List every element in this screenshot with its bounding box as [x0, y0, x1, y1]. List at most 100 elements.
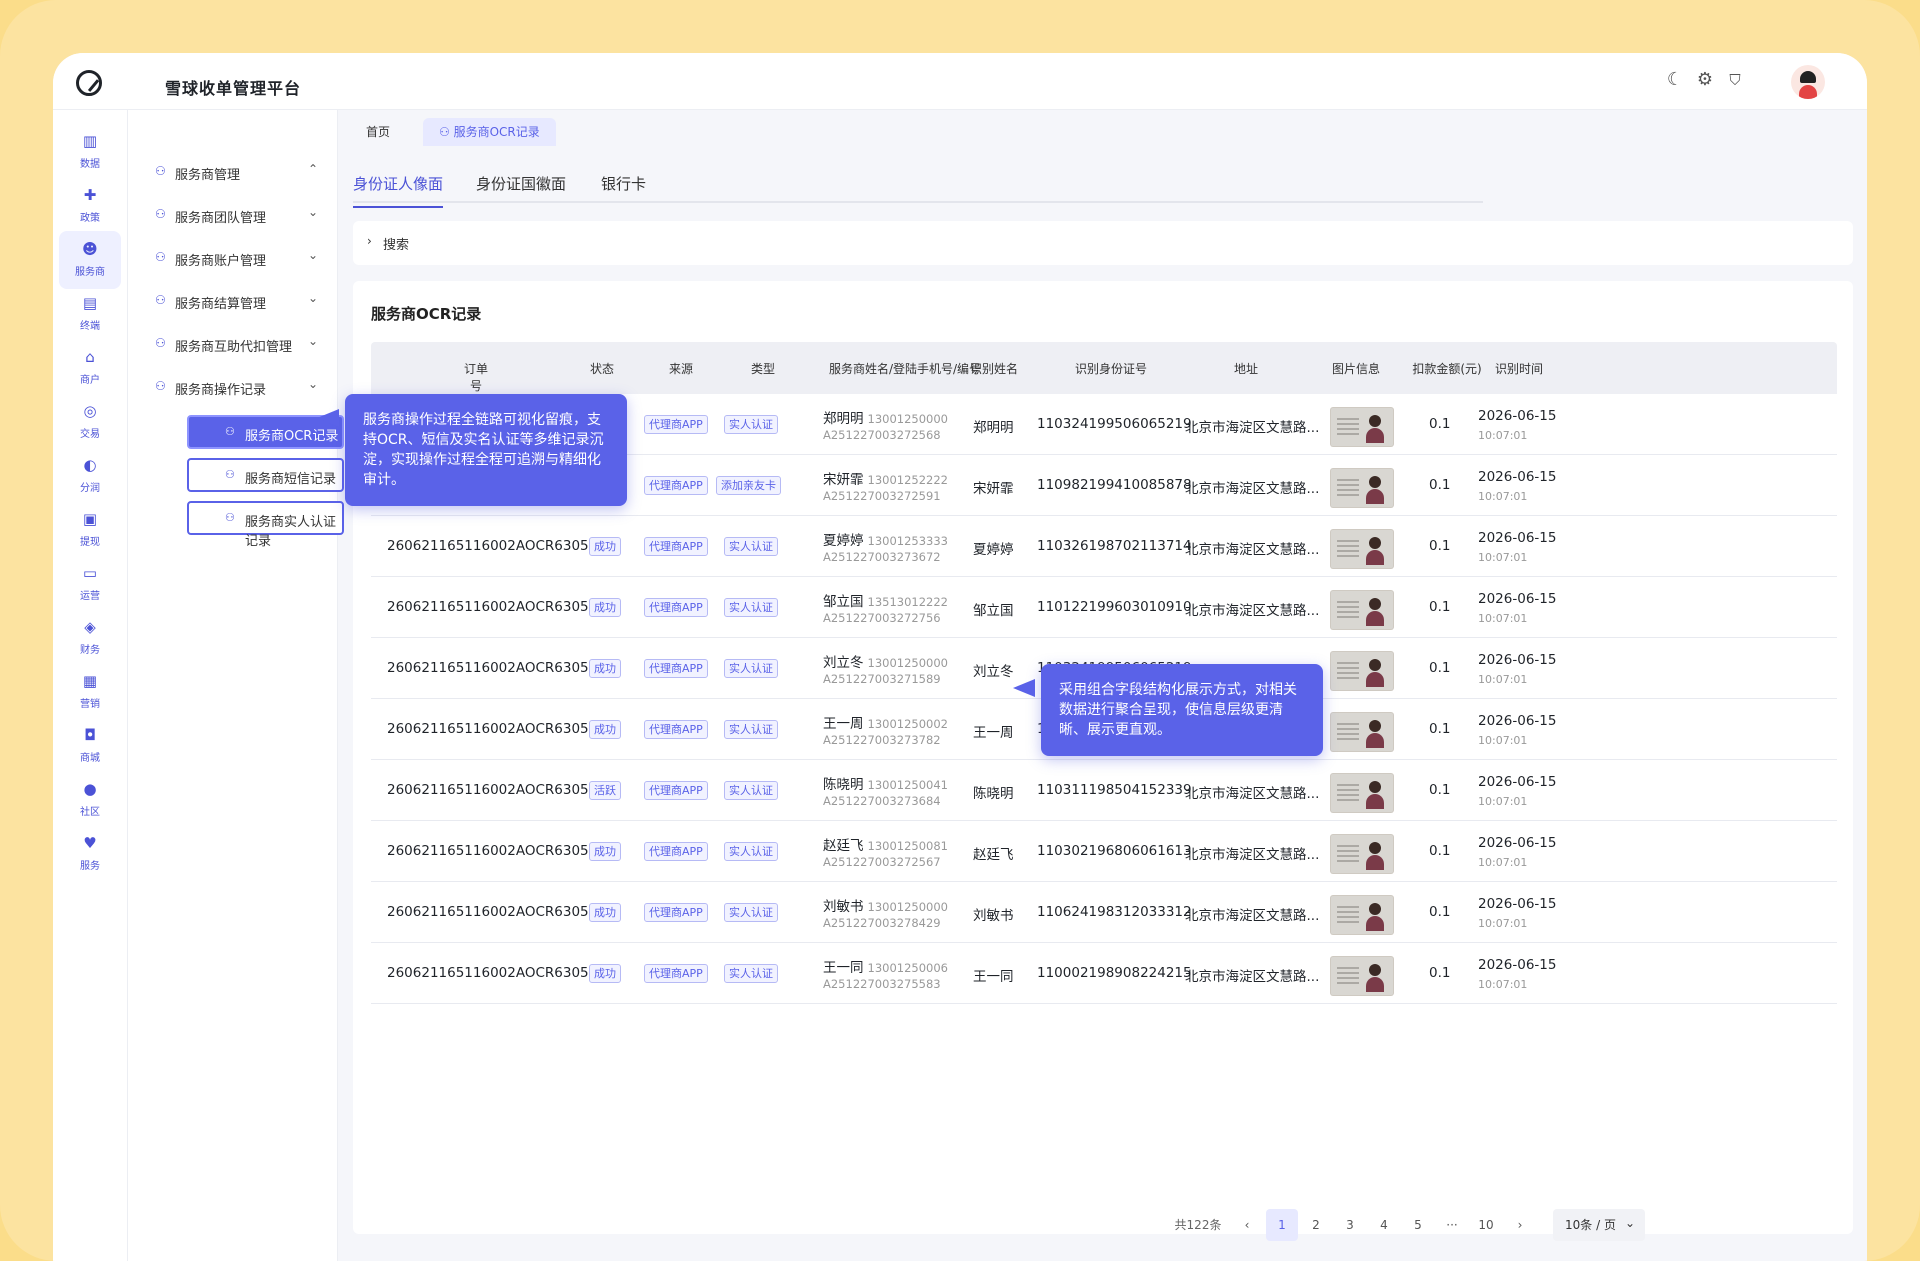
rail-item[interactable]: ▭ 运营: [59, 555, 121, 613]
subtab-bank-card[interactable]: 银行卡: [601, 173, 646, 194]
menu-group-mutual[interactable]: ⚇ 服务商互助代扣管理 ⌄: [128, 329, 338, 359]
rail-item[interactable]: ▤ 终端: [59, 285, 121, 343]
provider-name: 王一同 13001250006: [823, 956, 948, 976]
menu-group-settlement[interactable]: ⚇ 服务商结算管理 ⌄: [128, 286, 338, 316]
menu-group-label: 服务商团队管理: [175, 211, 267, 226]
rail-item[interactable]: ☻ 服务商: [59, 231, 121, 289]
order-number: 260621165116002AOCR630516: [387, 904, 606, 920]
page-size-select[interactable]: 10条 / 页 ⌄: [1553, 1209, 1645, 1241]
recognition-time: 10:07:01: [1478, 612, 1528, 625]
id-card-thumbnail[interactable]: [1331, 469, 1393, 507]
rail-item[interactable]: ● 社区: [59, 771, 121, 829]
recognition-time: 10:07:01: [1478, 795, 1528, 808]
table-row[interactable]: 260621165116002AOCR630516 活跃 代理商APP 实人认证 陈晓明…: [371, 760, 1837, 821]
rail-item[interactable]: ◘ 商城: [59, 717, 121, 775]
avatar[interactable]: [1791, 65, 1825, 99]
id-card-text-lines: [1337, 418, 1359, 436]
provider-phone: 13001250081: [867, 839, 948, 853]
page-10[interactable]: 10: [1470, 1209, 1502, 1241]
rail-label: 提现: [80, 537, 100, 548]
order-number: 260621165116002AOCR630516: [387, 782, 606, 798]
rail-item[interactable]: ✚ 政策: [59, 177, 121, 235]
id-card-thumbnail[interactable]: [1331, 835, 1393, 873]
recognized-name: 陈晓明: [973, 786, 1014, 802]
page-ellipsis[interactable]: ···: [1436, 1209, 1468, 1241]
source-badge: 代理商APP: [644, 781, 708, 800]
finance-icon: ◈: [84, 618, 96, 636]
id-card-text-lines: [1337, 662, 1359, 680]
page-1[interactable]: 1: [1266, 1209, 1298, 1241]
id-card-thumbnail[interactable]: [1331, 774, 1393, 812]
menu-group-provider[interactable]: ⚇ 服务商管理 ⌃: [128, 157, 338, 187]
rail-item[interactable]: ▥ 数据: [59, 123, 121, 181]
id-card-thumbnail[interactable]: [1331, 591, 1393, 629]
rail-label: 交易: [80, 429, 100, 440]
rail-item[interactable]: ◈ 财务: [59, 609, 121, 667]
moon-icon[interactable]: ☾: [1664, 69, 1686, 91]
table-row[interactable]: 260621165116002AOCR630516 成功 代理商APP 实人认证 赵廷飞…: [371, 821, 1837, 882]
provider-name-text: 陈晓明: [823, 777, 864, 793]
recognized-id-number: 110324199506065219: [1037, 416, 1192, 432]
provider-name-text: 王一同: [823, 960, 864, 976]
provider-code: A251227003271589: [823, 672, 941, 686]
rail-item[interactable]: ♥ 服务: [59, 825, 121, 883]
prev-page-button[interactable]: ‹: [1231, 1209, 1263, 1241]
submenu-sms-record[interactable]: ⚇ 服务商短信记录: [187, 458, 344, 492]
table-row[interactable]: 260621165116002AOCR630516 成功 代理商APP 实人认证 邹立国…: [371, 577, 1837, 638]
column-header: 识别时间: [1494, 362, 1543, 376]
id-card-thumbnail[interactable]: [1331, 957, 1393, 995]
submenu-realname-record[interactable]: ⚇ 服务商实人认证记录: [187, 501, 344, 549]
id-card-thumbnail[interactable]: [1331, 652, 1393, 690]
source-badge: 代理商APP: [644, 903, 708, 922]
recognition-date: 2026-06-15: [1478, 896, 1557, 912]
table-row[interactable]: 260621165116002AOCR630516 成功 代理商APP 实人认证 王一同…: [371, 943, 1837, 1004]
subtab-id-back[interactable]: 身份证国徽面: [476, 173, 566, 194]
subtab-id-front[interactable]: 身份证人像面: [353, 173, 444, 208]
tab-ocr-record[interactable]: ⚇ 服务商OCR记录: [423, 118, 556, 146]
page-2[interactable]: 2: [1300, 1209, 1332, 1241]
provider-name-text: 刘敏书: [823, 899, 864, 915]
tab-home[interactable]: 首页: [350, 118, 406, 146]
rail-item[interactable]: ◎ 交易: [59, 393, 121, 451]
gear-icon[interactable]: ⚙: [1694, 69, 1716, 91]
id-card-thumbnail[interactable]: [1331, 530, 1393, 568]
recognized-id-number: 110122199603010910: [1037, 599, 1192, 615]
recognized-name: 宋妍霏: [973, 481, 1014, 497]
gift-icon: ▦: [82, 672, 98, 690]
recognition-date: 2026-06-15: [1478, 591, 1557, 607]
rail-item[interactable]: ⌂ 商户: [59, 339, 121, 397]
page-3[interactable]: 3: [1334, 1209, 1366, 1241]
table-row[interactable]: 260621165116002AOCR630516 成功 代理商APP 实人认证 刘敏书…: [371, 882, 1837, 943]
column-header: 类型: [750, 362, 775, 376]
recognition-date: 2026-06-15: [1478, 652, 1557, 668]
callout-right: 采用组合字段结构化展示方式，对相关数据进行聚合呈现，使信息层级更清晰、展示更直观…: [1041, 664, 1323, 756]
rail-item[interactable]: ▣ 提现: [59, 501, 121, 559]
next-page-button[interactable]: ›: [1504, 1209, 1536, 1241]
page-4[interactable]: 4: [1368, 1209, 1400, 1241]
menu-user-icon: ⚇: [439, 125, 454, 139]
recognized-name: 刘立冬: [973, 664, 1014, 680]
menu-group-operation-log[interactable]: ⚇ 服务商操作记录 ⌄: [128, 372, 338, 402]
provider-name: 郑明明 13001250000: [823, 407, 948, 427]
callout-left-arrow: [317, 409, 339, 427]
store-icon: ⌂: [85, 348, 95, 366]
address: 北京市海淀区文慧路...: [1185, 969, 1320, 985]
page-5[interactable]: 5: [1402, 1209, 1434, 1241]
chat-icon: ●: [83, 780, 97, 798]
id-card-text-lines: [1337, 540, 1359, 558]
search-panel[interactable]: › 搜索: [353, 221, 1853, 265]
menu-group-account[interactable]: ⚇ 服务商账户管理 ⌄: [128, 243, 338, 273]
shirt-icon[interactable]: ⛉: [1724, 69, 1746, 91]
recognized-name: 赵廷飞: [973, 847, 1014, 863]
page-size-label: 10条 / 页: [1565, 1218, 1616, 1232]
rail-item[interactable]: ◐ 分润: [59, 447, 121, 505]
id-card-thumbnail[interactable]: [1331, 896, 1393, 934]
provider-phone: 13513012222: [867, 595, 948, 609]
id-card-thumbnail[interactable]: [1331, 713, 1393, 751]
id-card-thumbnail[interactable]: [1331, 408, 1393, 446]
menu-group-team[interactable]: ⚇ 服务商团队管理 ⌄: [128, 200, 338, 230]
provider-phone: 13001250006: [867, 961, 948, 975]
table-row[interactable]: 260621165116002AOCR630516 成功 代理商APP 实人认证 夏婷婷…: [371, 516, 1837, 577]
chevron-down-icon: ⌄: [308, 205, 319, 219]
rail-item[interactable]: ▦ 营销: [59, 663, 121, 721]
